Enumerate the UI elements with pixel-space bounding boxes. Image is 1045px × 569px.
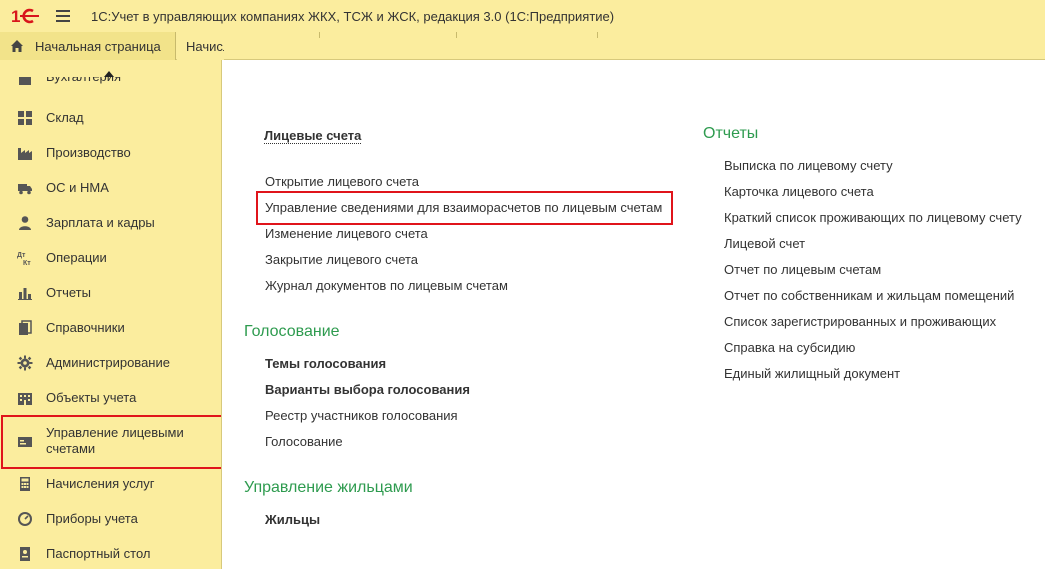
- report-link[interactable]: Справка на субсидию: [724, 340, 855, 355]
- link-accounts-journal[interactable]: Журнал документов по лицевым счетам: [265, 278, 508, 293]
- sidebar-item-label: Отчеты: [46, 284, 91, 300]
- section-title-reports: Отчеты: [703, 125, 759, 142]
- report-link[interactable]: Единый жилищный документ: [724, 366, 900, 381]
- report-link[interactable]: Выписка по лицевому счету: [724, 158, 893, 173]
- sidebar-item-service-charges[interactable]: Начисления услуг: [0, 466, 221, 501]
- highlight-frame: [256, 191, 673, 225]
- person-icon: [17, 215, 33, 231]
- sidebar-item-label: Зарплата и кадры: [46, 214, 155, 230]
- link-residents[interactable]: Жильцы: [265, 512, 320, 527]
- bar-chart-icon: [17, 285, 33, 301]
- tab-accruals-label: Начисл: [186, 38, 224, 54]
- accounting-icon: [17, 77, 33, 87]
- svg-text:Дт: Дт: [17, 252, 26, 259]
- report-link[interactable]: Краткий список проживающих по лицевому с…: [724, 210, 1022, 225]
- svg-text:1: 1: [11, 7, 20, 25]
- calculator-icon: [17, 476, 33, 492]
- tab-home[interactable]: Начальная страница: [0, 32, 176, 60]
- sidebar-item-operations[interactable]: Дт Кт Операции: [0, 240, 221, 275]
- meter-icon: [17, 511, 33, 527]
- home-icon: [11, 40, 23, 52]
- sidebar-item-label: Приборы учета: [46, 510, 138, 526]
- books-icon: [17, 319, 33, 336]
- section-title-residents: Управление жильцами: [244, 479, 413, 496]
- tab-strip: Начальная страница Начисл: [0, 32, 1045, 60]
- sidebar-item-label: Справочники: [46, 319, 125, 335]
- report-link[interactable]: Отчет по собственникам и жильцам помещен…: [724, 288, 1014, 303]
- highlight-frame: [1, 415, 221, 469]
- gear-icon: [17, 355, 33, 371]
- sidebar-item-label: Администрирование: [46, 354, 170, 370]
- link-change-account[interactable]: Изменение лицевого счета: [265, 226, 428, 241]
- main-menu-icon[interactable]: [56, 10, 70, 22]
- title-bar: 1 1С:Учет в управляющих компаниях ЖКХ, Т…: [0, 0, 1045, 32]
- sidebar-item-passport-office[interactable]: Паспортный стол: [0, 536, 221, 569]
- sidebar-item-references[interactable]: Справочники: [0, 310, 221, 345]
- tab-divider: [456, 32, 457, 38]
- sidebar-item-label: ОС и НМА: [46, 179, 109, 195]
- link-voting-participants[interactable]: Реестр участников голосования: [265, 408, 458, 423]
- report-link[interactable]: Карточка лицевого счета: [724, 184, 874, 199]
- sidebar-item-reports[interactable]: Отчеты: [0, 275, 221, 310]
- sidebar-item-administration[interactable]: Администрирование: [0, 345, 221, 380]
- dt-kt-icon: Дт Кт: [17, 250, 33, 266]
- sidebar-item-production[interactable]: Производство: [0, 135, 221, 170]
- sidebar-item-accounting-objects[interactable]: Объекты учета: [0, 380, 221, 415]
- svg-text:Кт: Кт: [23, 260, 31, 266]
- sidebar-item-label: Бухгалтерия: [46, 77, 121, 85]
- link-voting-topics[interactable]: Темы голосования: [265, 356, 386, 371]
- factory-icon: [17, 145, 33, 161]
- tab-divider: [597, 32, 598, 38]
- truck-icon: [17, 180, 33, 196]
- report-link[interactable]: Список зарегистрированных и проживающих: [724, 314, 996, 329]
- tab-home-label: Начальная страница: [35, 38, 161, 54]
- sidebar-item-accounting[interactable]: Бухгалтерия: [0, 77, 221, 91]
- sidebar-item-label: Начисления услуг: [46, 475, 155, 491]
- sidebar-item-label: Склад: [46, 109, 84, 125]
- link-open-account[interactable]: Открытие лицевого счета: [265, 174, 419, 189]
- report-link[interactable]: Лицевой счет: [724, 236, 805, 251]
- grid-icon: [17, 110, 33, 126]
- tab-accruals[interactable]: Начисл: [177, 32, 224, 60]
- report-link[interactable]: Отчет по лицевым счетам: [724, 262, 881, 277]
- sidebar-item-label: Объекты учета: [46, 389, 137, 405]
- sidebar-item-label: Производство: [46, 144, 131, 160]
- sidebar-item-meters[interactable]: Приборы учета: [0, 501, 221, 536]
- building-icon: [17, 390, 33, 406]
- section-title-voting: Голосование: [244, 323, 340, 340]
- link-close-account[interactable]: Закрытие лицевого счета: [265, 252, 418, 267]
- section-content: Лицевые счета Открытие лицевого счета Уп…: [223, 60, 1045, 569]
- group-title-accounts[interactable]: Лицевые счета: [264, 128, 362, 144]
- passport-icon: [17, 546, 33, 562]
- sidebar-item-label: Операции: [46, 249, 107, 265]
- app-title: 1С:Учет в управляющих компаниях ЖКХ, ТСЖ…: [91, 9, 615, 24]
- sidebar-item-payroll[interactable]: Зарплата и кадры: [0, 205, 221, 240]
- tab-divider: [319, 32, 320, 38]
- link-voting[interactable]: Голосование: [265, 434, 343, 449]
- 1c-logo[interactable]: 1: [11, 7, 41, 25]
- link-voting-options[interactable]: Варианты выбора голосования: [265, 382, 470, 397]
- sidebar-item-fixed-assets[interactable]: ОС и НМА: [0, 170, 221, 205]
- sidebar-item-label: Паспортный стол: [46, 545, 151, 561]
- sidebar-item-warehouse[interactable]: Склад: [0, 100, 221, 135]
- sections-panel: Бухгалтерия Склад Производство ОС и НМА …: [0, 60, 222, 569]
